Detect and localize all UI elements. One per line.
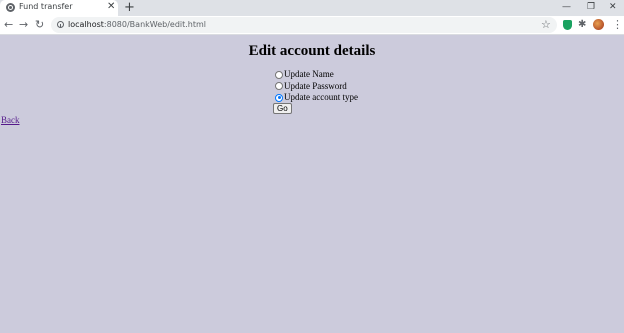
tab-title: Fund transfer: [19, 2, 73, 11]
option-update-name[interactable]: Update Name: [275, 69, 358, 81]
option-label: Update account type: [284, 92, 358, 102]
back-link[interactable]: Back: [1, 115, 20, 125]
go-button[interactable]: Go: [273, 103, 292, 114]
forward-arrow-icon[interactable]: →: [19, 18, 28, 32]
shield-extension-icon[interactable]: [563, 20, 572, 30]
page-content: Edit account details Update Name Update …: [0, 35, 624, 333]
option-update-account-type[interactable]: Update account type: [275, 92, 358, 104]
option-update-password[interactable]: Update Password: [275, 81, 358, 93]
tab-fund-transfer[interactable]: Fund transfer ✕: [0, 0, 118, 16]
browser-toolbar: ← → ↻ localhost:8080/BankWeb/edit.html ☆: [0, 16, 624, 35]
minimize-icon[interactable]: —: [562, 1, 571, 13]
option-label: Update Name: [284, 69, 334, 79]
page-title: Edit account details: [248, 43, 376, 59]
url-text[interactable]: localhost:8080/BankWeb/edit.html: [68, 19, 206, 31]
site-info-icon[interactable]: [57, 21, 64, 28]
globe-icon: [6, 3, 15, 12]
new-tab-button[interactable]: +: [124, 0, 135, 16]
update-name-radio[interactable]: [275, 70, 283, 79]
maximize-icon[interactable]: ❐: [587, 1, 595, 13]
window-close-icon[interactable]: ✕: [609, 1, 617, 13]
update-account-type-radio[interactable]: [275, 93, 283, 102]
browser-chrome: Fund transfer ✕ + — ❐ ✕ ← → ↻ localhost:…: [0, 0, 624, 35]
address-bar[interactable]: localhost:8080/BankWeb/edit.html ☆: [51, 17, 557, 33]
update-password-radio[interactable]: [275, 82, 283, 91]
profile-avatar[interactable]: [593, 19, 604, 30]
tab-close-icon[interactable]: ✕: [107, 1, 115, 13]
extensions-puzzle-icon[interactable]: ✱: [578, 18, 586, 32]
bookmark-star-icon[interactable]: ☆: [541, 18, 551, 32]
edit-options: Update Name Update Password Update accou…: [275, 69, 358, 104]
tab-strip: Fund transfer ✕ + — ❐ ✕: [0, 0, 624, 16]
option-label: Update Password: [284, 80, 347, 91]
browser-menu-icon[interactable]: ⋮: [612, 18, 623, 32]
back-arrow-icon[interactable]: ←: [4, 18, 13, 32]
reload-icon[interactable]: ↻: [35, 18, 44, 32]
